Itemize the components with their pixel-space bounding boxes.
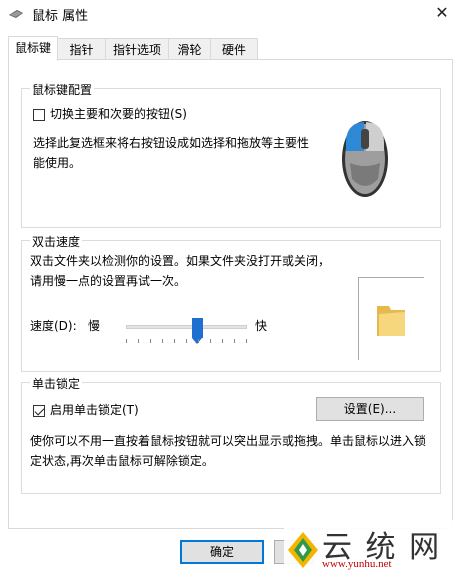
switch-buttons-description: 选择此复选框来将右按钮设成如选择和拖放等主要性能使用。 <box>33 136 310 170</box>
title-bar: 鼠标 属性 ✕ <box>0 0 462 28</box>
fast-label: 快 <box>255 319 268 333</box>
click-lock-group: 单击锁定 启用单击锁定(T) 设置(E)... 使你可以不用一直按着鼠标按钮就可… <box>21 375 441 494</box>
double-click-group: 双击速度 双击文件夹以检测你的设置。如果文件夹没打开或关闭，请用慢一点的设置再试… <box>21 233 441 372</box>
watermark: 云 统 网 www.yunhu.net <box>284 520 462 578</box>
slider-tick <box>198 339 199 343</box>
slider-tick <box>150 339 151 343</box>
slider-tick <box>174 339 175 343</box>
close-icon: ✕ <box>435 3 449 22</box>
speed-slider-ticks <box>126 339 247 343</box>
tab-panel: 鼠标键配置 切换主要和次要的按钮(S) 选择此复选框来将右按钮设成如选择和拖放等… <box>8 59 453 529</box>
click-lock-title: 单击锁定 <box>30 375 83 392</box>
switch-buttons-label[interactable]: 切换主要和次要的按钮(S) <box>50 104 187 124</box>
button-config-title: 鼠标键配置 <box>30 81 95 98</box>
folder-icon[interactable] <box>375 302 407 338</box>
slider-tick <box>222 339 223 343</box>
click-lock-label[interactable]: 启用单击锁定(T) <box>50 400 139 420</box>
double-click-title: 双击速度 <box>30 233 83 250</box>
button-config-group: 鼠标键配置 切换主要和次要的按钮(S) 选择此复选框来将右按钮设成如选择和拖放等… <box>21 81 441 228</box>
slider-tick <box>186 339 187 343</box>
click-lock-checkbox[interactable] <box>33 405 45 417</box>
test-area[interactable] <box>358 277 424 360</box>
watermark-url: www.yunhu.net <box>322 558 392 570</box>
mouse-icon <box>9 10 23 18</box>
double-click-description: 双击文件夹以检测你的设置。如果文件夹没打开或关闭，请用慢一点的设置再试一次。 <box>30 254 331 288</box>
close-button[interactable]: ✕ <box>422 0 462 28</box>
speed-slider-thumb[interactable] <box>191 318 203 344</box>
mouse-image-icon <box>342 121 388 197</box>
slider-tick <box>234 339 235 343</box>
tab-pointer-options[interactable]: 指针选项 <box>105 38 169 60</box>
tab-wheel[interactable]: 滑轮 <box>168 38 211 60</box>
slider-tick <box>138 339 139 343</box>
slider-tick <box>246 339 247 343</box>
tab-hardware[interactable]: 硬件 <box>210 38 258 60</box>
window-title: 鼠标 属性 <box>32 9 89 24</box>
switch-buttons-checkbox[interactable] <box>33 109 45 121</box>
tab-pointers[interactable]: 指针 <box>57 38 106 60</box>
slow-label: 慢 <box>88 319 101 333</box>
speed-label: 速度(D): <box>30 319 77 333</box>
slider-tick <box>126 339 127 343</box>
tab-buttons[interactable]: 鼠标键 <box>8 36 58 61</box>
slider-tick <box>162 339 163 343</box>
ok-button[interactable]: 确定 <box>180 540 264 564</box>
click-lock-settings-button[interactable]: 设置(E)... <box>316 397 424 421</box>
click-lock-description: 使你可以不用一直按着鼠标按钮就可以突出显示或拖拽。单击鼠标以进入锁定状态,再次单… <box>30 434 427 468</box>
slider-tick <box>210 339 211 343</box>
speed-slider-track[interactable] <box>126 325 247 329</box>
yunhu-logo-icon <box>288 532 318 568</box>
